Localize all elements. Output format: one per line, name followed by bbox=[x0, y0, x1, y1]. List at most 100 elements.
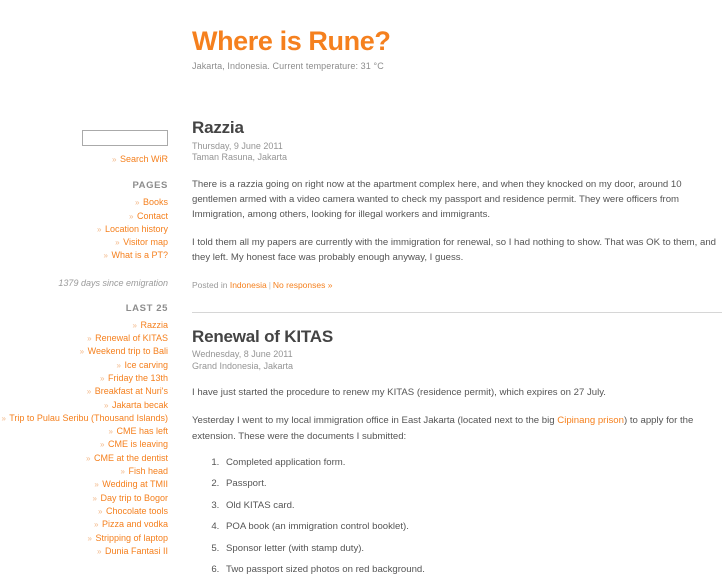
site-title[interactable]: Where is Rune? bbox=[192, 26, 712, 57]
list-item: » Contact bbox=[0, 210, 168, 223]
sidebar-item-label: What is a PT? bbox=[111, 250, 168, 261]
post-meta: Wednesday, 8 June 2011 Grand Indonesia, … bbox=[192, 349, 722, 372]
sidebar-post-dunia-fantasi-ii[interactable]: » Dunia Fantasi II bbox=[0, 545, 168, 558]
post-category-link[interactable]: Indonesia bbox=[230, 280, 267, 290]
sidebar-post-pizza-and-vodka[interactable]: » Pizza and vodka bbox=[0, 518, 168, 531]
sidebar-item-books[interactable]: » Books bbox=[0, 196, 168, 209]
sidebar-item-label: Books bbox=[142, 197, 168, 208]
site-tagline: Jakarta, Indonesia. Current temperature:… bbox=[192, 60, 384, 71]
list-item: » Pizza and vodka bbox=[0, 518, 168, 531]
sidebar-item-label: Dunia Fantasi II bbox=[104, 545, 168, 556]
bullet-icon: » bbox=[129, 211, 134, 221]
sidebar-post-cme-at-the-dentist[interactable]: » CME at the dentist bbox=[0, 452, 168, 465]
sidebar-item-label: Breakfast at Nuri's bbox=[94, 386, 168, 397]
sidebar-post-chocolate-tools[interactable]: » Chocolate tools bbox=[0, 505, 168, 518]
list-item: » Books bbox=[0, 196, 168, 209]
list-item: » Fish head bbox=[0, 465, 169, 478]
paragraph-text-before: Yesterday I went to my local immigration… bbox=[192, 415, 558, 427]
list-item: » Renewal of KITAS bbox=[0, 332, 168, 345]
post-title[interactable]: Renewal of KITAS bbox=[192, 327, 722, 347]
bullet-icon: » bbox=[132, 320, 137, 330]
search-form bbox=[0, 130, 168, 148]
post-body: There is a razzia going on right now at … bbox=[192, 177, 722, 266]
list-item: » CME is leaving bbox=[0, 438, 168, 451]
bullet-icon: » bbox=[103, 251, 108, 261]
sidebar-post-ice-carving[interactable]: » Ice carving bbox=[0, 359, 169, 372]
post-meta: Thursday, 9 June 2011 Taman Rasuna, Jaka… bbox=[192, 141, 722, 164]
list-item: Passport. bbox=[222, 477, 722, 491]
sidebar-item-label: Contact bbox=[136, 210, 168, 221]
search-wir-link[interactable]: » Search WiR bbox=[0, 153, 168, 166]
bullet-icon: » bbox=[86, 387, 92, 397]
bullet-icon: » bbox=[135, 198, 140, 208]
sidebar-item-label: Renewal of KITAS bbox=[95, 333, 168, 344]
post-location: Taman Rasuna, Jakarta bbox=[192, 152, 288, 163]
sidebar-item-label: Jakarta becak bbox=[111, 399, 168, 410]
sidebar-post-day-trip-to-bogor[interactable]: » Day trip to Bogor bbox=[0, 492, 169, 505]
sidebar-item-location-history[interactable]: » Location history bbox=[0, 223, 168, 236]
sidebar-item-label: Fish head bbox=[128, 466, 168, 477]
search-wir-label: Search WiR bbox=[119, 154, 168, 164]
post-paragraph: I told them all my papers are currently … bbox=[192, 237, 717, 264]
list-item: » Wedding at TMII bbox=[0, 478, 168, 491]
bullet-icon: » bbox=[93, 520, 99, 530]
sidebar-item-what-is-a-pt[interactable]: » What is a PT? bbox=[0, 249, 169, 262]
sidebar-post-fish-head[interactable]: » Fish head bbox=[0, 465, 169, 478]
sidebar-item-label: CME at the dentist bbox=[93, 452, 168, 463]
sidebar-post-trip-to-pulau-seribu[interactable]: » Trip to Pulau Seribu (Thousand Islands… bbox=[0, 412, 168, 425]
post-paragraph: There is a razzia going on right now at … bbox=[192, 178, 682, 220]
bullet-icon: » bbox=[99, 373, 105, 383]
bullet-icon: » bbox=[1, 413, 6, 423]
list-item: » Breakfast at Nuri's bbox=[0, 385, 168, 398]
sidebar-item-label: Weekend trip to Bali bbox=[87, 346, 168, 357]
sidebar-item-label: Chocolate tools bbox=[105, 505, 168, 516]
list-item: POA book (an immigration control booklet… bbox=[222, 520, 722, 534]
main-content: Razzia Thursday, 9 June 2011 Taman Rasun… bbox=[192, 118, 722, 585]
sidebar-item-contact[interactable]: » Contact bbox=[0, 210, 168, 223]
bullet-icon: » bbox=[116, 360, 121, 370]
search-input[interactable] bbox=[82, 130, 168, 146]
list-item: » Weekend trip to Bali bbox=[0, 345, 168, 358]
last-posts-list: » Razzia » Renewal of KITAS » Weekend tr… bbox=[0, 319, 168, 558]
bullet-icon: » bbox=[100, 440, 105, 450]
site-header: Where is Rune? Jakarta, Indonesia. Curre… bbox=[192, 26, 712, 71]
sidebar-post-razzia[interactable]: » Razzia bbox=[0, 319, 168, 332]
posted-in-label: Posted in bbox=[192, 279, 228, 290]
list-item: » Ice carving bbox=[0, 359, 169, 372]
post-paragraph: I have just started the procedure to ren… bbox=[192, 387, 606, 399]
post-date: Wednesday, 8 June 2011 bbox=[192, 349, 293, 360]
post-paragraph: Yesterday I went to my local immigration… bbox=[192, 413, 722, 443]
sidebar-item-label: Trip to Pulau Seribu (Thousand Islands) bbox=[9, 412, 168, 423]
post-comments-link[interactable]: No responses » bbox=[273, 280, 333, 290]
post-title[interactable]: Razzia bbox=[192, 118, 722, 138]
post-footer: Posted in Indonesia | No responses » bbox=[192, 279, 722, 291]
sidebar-item-label: Location history bbox=[104, 223, 168, 234]
pages-list: » Books » Contact » Location history » V… bbox=[0, 196, 168, 262]
bullet-icon: » bbox=[79, 347, 85, 357]
sidebar-item-label: CME is leaving bbox=[107, 439, 168, 450]
sidebar-post-breakfast-at-nuris[interactable]: » Breakfast at Nuri's bbox=[0, 385, 168, 398]
sidebar-item-label: Pizza and vodka bbox=[101, 519, 168, 530]
list-item: » Chocolate tools bbox=[0, 505, 168, 518]
sidebar-post-stripping-of-laptop[interactable]: » Stripping of laptop bbox=[0, 532, 168, 545]
sidebar-item-label: Wedding at TMII bbox=[102, 479, 168, 490]
list-item: » CME has left bbox=[0, 425, 169, 438]
sidebar-item-label: Friday the 13th bbox=[107, 372, 168, 383]
sidebar-post-weekend-trip-to-bali[interactable]: » Weekend trip to Bali bbox=[0, 345, 168, 358]
sidebar-post-wedding-at-tmii[interactable]: » Wedding at TMII bbox=[0, 478, 168, 491]
bullet-icon: » bbox=[87, 533, 92, 543]
list-item: » Stripping of laptop bbox=[0, 532, 168, 545]
sidebar-post-cme-is-leaving[interactable]: » CME is leaving bbox=[0, 438, 168, 451]
sidebar-post-jakarta-becak[interactable]: » Jakarta becak bbox=[0, 399, 168, 412]
post-divider bbox=[192, 311, 722, 313]
sidebar-item-visitor-map[interactable]: » Visitor map bbox=[0, 236, 168, 249]
cipinang-prison-link[interactable]: Cipinang prison bbox=[557, 415, 624, 426]
list-item: Completed application form. bbox=[222, 456, 722, 470]
sidebar-item-label: Visitor map bbox=[123, 237, 168, 248]
sidebar-post-friday-the-13th[interactable]: » Friday the 13th bbox=[0, 372, 168, 385]
sidebar-post-renewal-of-kitas[interactable]: » Renewal of KITAS bbox=[0, 332, 168, 345]
sidebar-item-label: Ice carving bbox=[124, 359, 168, 370]
list-item: » Jakarta becak bbox=[0, 399, 168, 412]
sidebar-post-cme-has-left[interactable]: » CME has left bbox=[0, 425, 169, 438]
bullet-icon: » bbox=[115, 238, 120, 248]
